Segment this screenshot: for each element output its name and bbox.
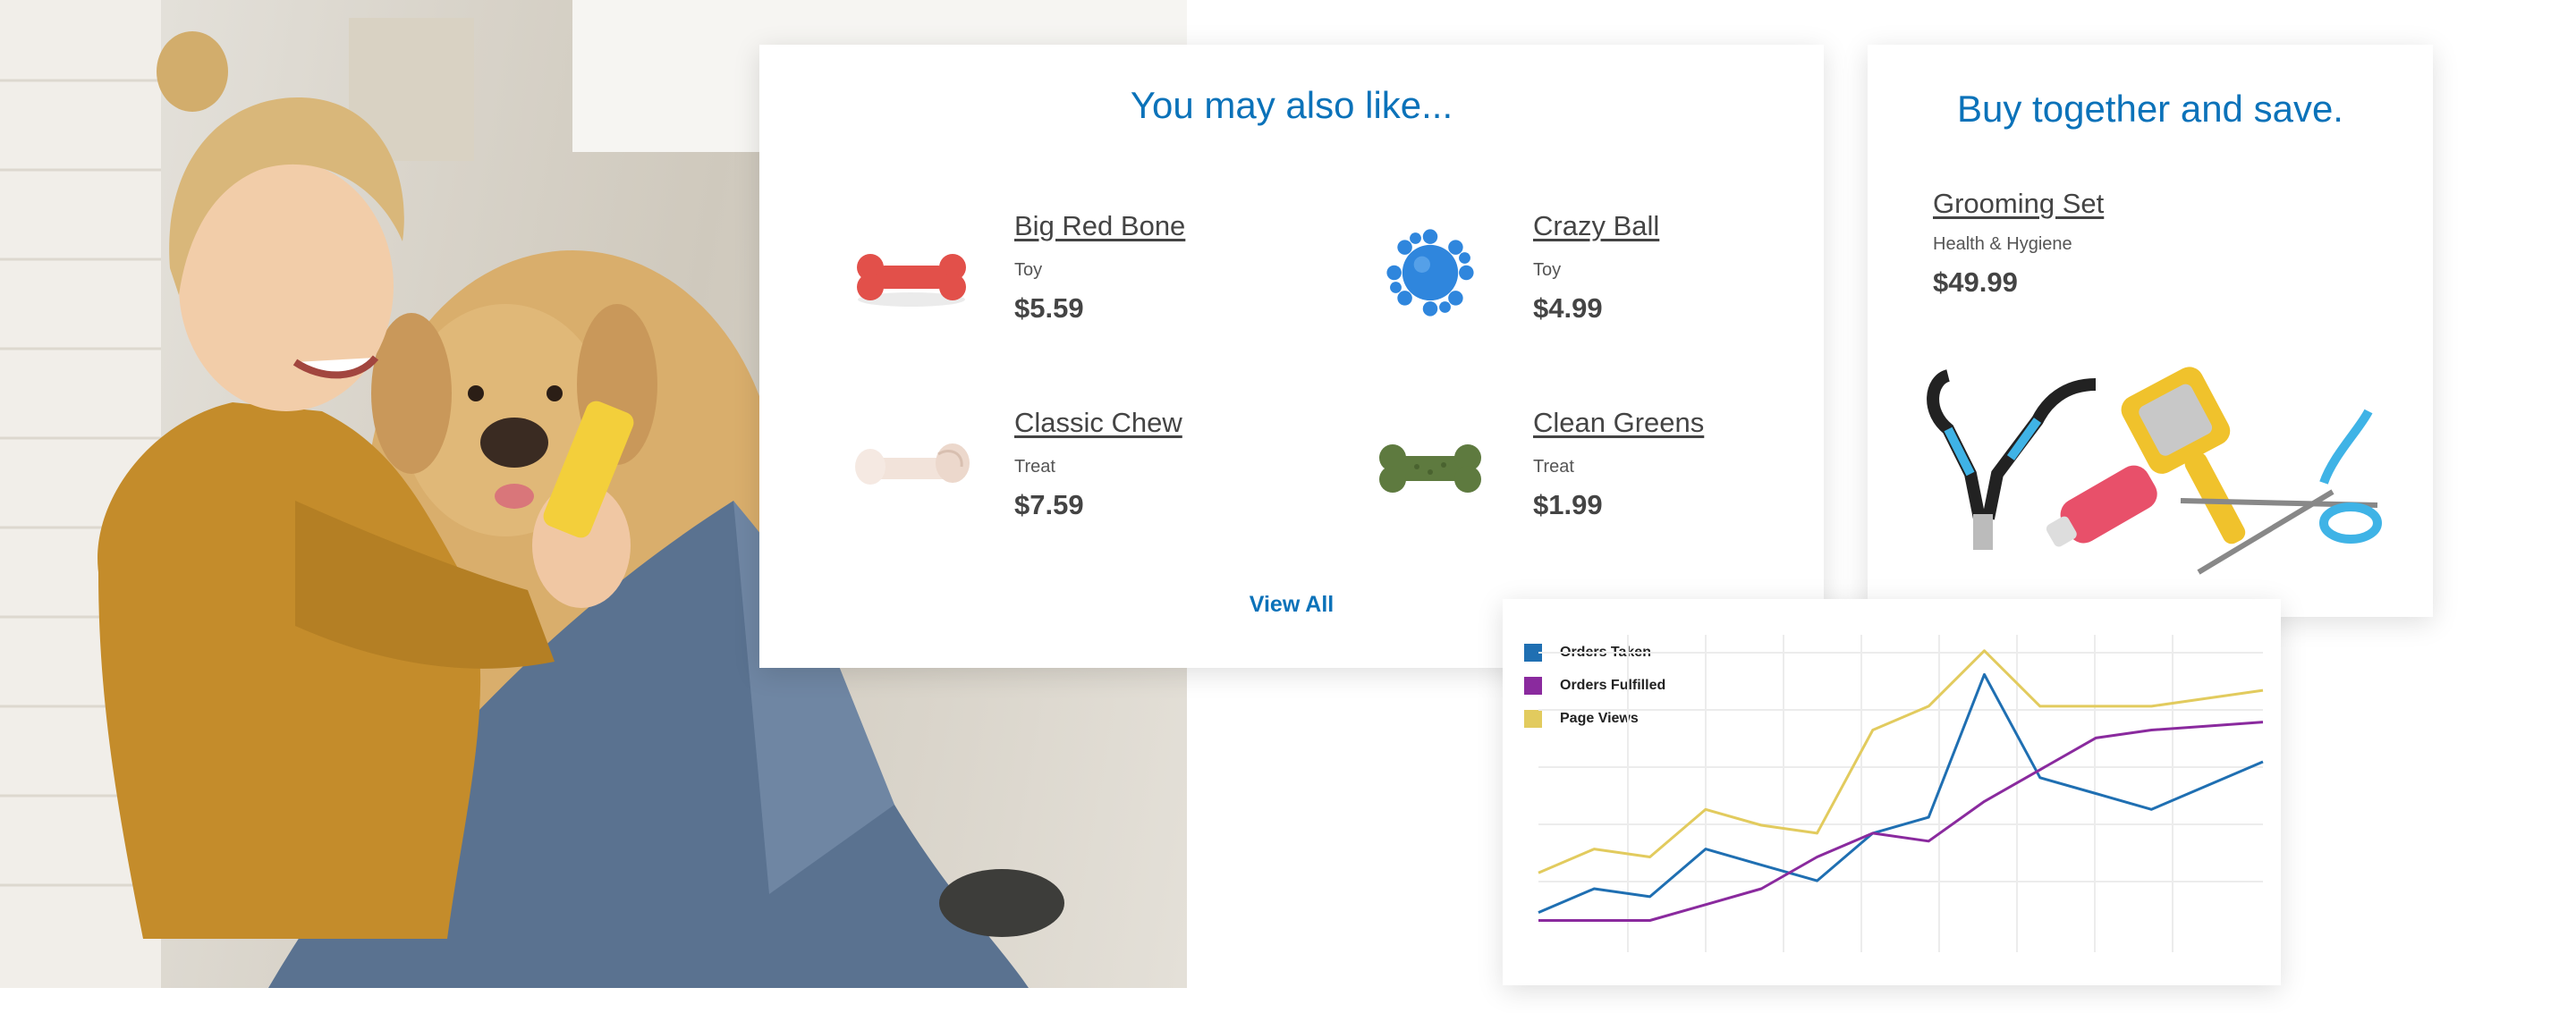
product-name-link[interactable]: Clean Greens	[1533, 407, 1704, 439]
bundle-price: $49.99	[1933, 266, 2018, 298]
bundle-name-link[interactable]: Grooming Set	[1933, 188, 2104, 220]
product-price: $1.99	[1533, 489, 1603, 520]
product-item[interactable]: Clean Greens Treat $1.99	[1368, 407, 1770, 550]
product-name-link[interactable]: Big Red Bone	[1014, 210, 1185, 242]
line-chart	[1538, 635, 2264, 952]
product-item[interactable]: Crazy Ball Toy $4.99	[1368, 210, 1770, 353]
recommendations-title: You may also like...	[1130, 84, 1453, 126]
product-category: Toy	[1533, 260, 1562, 280]
product-price: $4.99	[1533, 292, 1603, 324]
product-item[interactable]: Classic Chew Treat $7.59	[849, 407, 1251, 550]
blue-spiky-ball-icon	[1386, 229, 1474, 317]
product-category: Toy	[1014, 260, 1043, 280]
grooming-tools-icon	[1927, 367, 2382, 575]
series-line-orders-fulfilled	[1538, 721, 2264, 922]
recommendations-card: You may also like... Big Red Bone Toy $5…	[759, 45, 1824, 668]
orders-chart-card: Orders Taken Orders Fulfilled Page Views	[1503, 599, 2281, 985]
product-name-link[interactable]: Classic Chew	[1014, 407, 1182, 439]
green-bone-treat-icon	[1379, 444, 1481, 493]
product-price: $5.59	[1014, 292, 1084, 324]
bundle-category: Health & Hygiene	[1933, 234, 2072, 254]
bundle-card: Buy together and save. Grooming Set Heal…	[1868, 45, 2433, 617]
product-price: $7.59	[1014, 489, 1084, 520]
product-category: Treat	[1014, 457, 1055, 477]
red-bone-toy-icon	[857, 254, 966, 307]
product-name-link[interactable]: Crazy Ball	[1533, 210, 1659, 242]
series-line-page-views	[1538, 649, 2264, 874]
bundle-title: Buy together and save.	[1957, 88, 2343, 130]
product-category: Treat	[1533, 457, 1574, 477]
rawhide-chew-icon	[855, 443, 970, 485]
product-item[interactable]: Big Red Bone Toy $5.59	[849, 210, 1251, 353]
